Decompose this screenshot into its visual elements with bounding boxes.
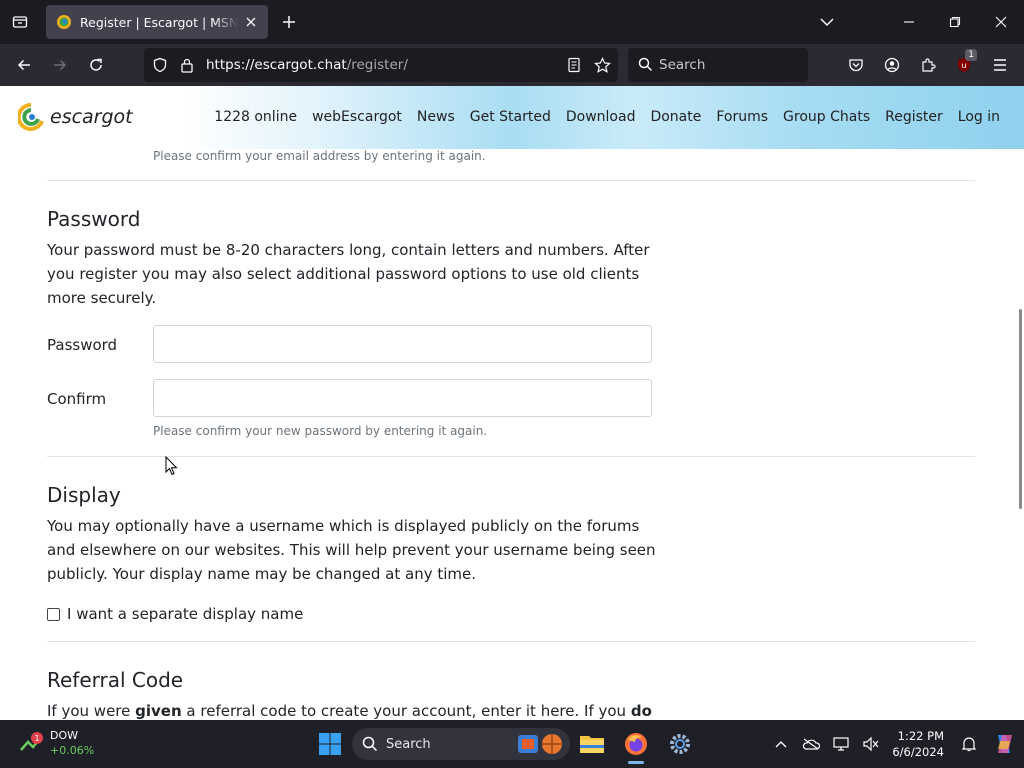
url-text: https://escargot.chat/register/	[206, 57, 408, 73]
search-highlight-icon	[518, 734, 562, 754]
divider	[47, 641, 975, 642]
forward-arrow-icon[interactable]	[47, 53, 73, 77]
tab-active[interactable]: Register | Escargot | MSN Messenger	[46, 5, 268, 39]
taskbar: 1 DOW +0.06% Search 1:22 PM 6/6/2024	[0, 720, 1024, 768]
logo-text: escargot	[50, 106, 133, 128]
nav-webescargot[interactable]: webEscargot	[312, 109, 402, 125]
nav-register[interactable]: Register	[885, 109, 943, 125]
referral-description: If you were given a referral code to cre…	[47, 702, 652, 720]
email-confirm-hint: Please confirm your email address by ent…	[153, 149, 486, 163]
display-description: You may optionally have a username which…	[47, 517, 656, 583]
stock-badge: 1	[34, 734, 39, 743]
confirm-label: Confirm	[47, 390, 107, 408]
search-icon	[638, 57, 653, 76]
display-section-title: Display	[47, 483, 121, 507]
referral-section-title: Referral Code	[47, 668, 184, 692]
nav-forums[interactable]: Forums	[716, 109, 768, 125]
nav-news[interactable]: News	[417, 109, 455, 125]
copilot-icon[interactable]	[984, 720, 1024, 768]
notification-bell-icon[interactable]	[954, 720, 984, 768]
lock-icon[interactable]	[178, 56, 196, 74]
divider	[47, 180, 975, 181]
clock-date: 6/6/2024	[892, 745, 944, 759]
volume-muted-icon[interactable]	[856, 720, 886, 768]
escargot-logo-icon	[18, 103, 44, 131]
active-app-indicator	[628, 761, 644, 764]
nav-donate[interactable]: Donate	[650, 109, 701, 125]
divider	[47, 456, 975, 457]
close-tab-icon[interactable]	[242, 13, 260, 31]
scrollbar-thumb[interactable]	[1019, 309, 1022, 509]
clock-time: 1:22 PM	[897, 729, 944, 743]
taskbar-search[interactable]: Search	[352, 728, 570, 760]
mouse-cursor-icon	[165, 456, 178, 476]
nav-download[interactable]: Download	[566, 109, 636, 125]
onedrive-icon[interactable]	[796, 720, 826, 768]
ublock-origin-icon[interactable]: u 1	[946, 44, 982, 86]
tab-overflow-chevron-down-icon[interactable]	[804, 0, 850, 44]
site-logo[interactable]: escargot	[18, 103, 133, 131]
stock-change: +0.06%	[50, 744, 95, 757]
restore-icon[interactable]	[932, 0, 978, 44]
register-form: Please confirm your email address by ent…	[0, 149, 1024, 720]
new-tab-icon[interactable]	[278, 11, 300, 33]
nav-group-chats[interactable]: Group Chats	[783, 109, 870, 125]
show-hidden-icons-chevron-up-icon[interactable]	[766, 720, 796, 768]
password-confirm-hint: Please confirm your new password by ente…	[153, 424, 488, 438]
windows-start-icon[interactable]	[312, 724, 348, 764]
search-placeholder: Search	[659, 57, 706, 73]
password-field[interactable]	[153, 325, 652, 363]
escargot-favicon-icon	[57, 15, 71, 29]
tab-list-icon[interactable]	[8, 10, 32, 34]
svg-text:u: u	[961, 61, 966, 70]
nav-log-in[interactable]: Log in	[958, 109, 1000, 125]
search-icon	[362, 736, 378, 752]
account-icon[interactable]	[874, 44, 910, 86]
nav-get-started[interactable]: Get Started	[470, 109, 551, 125]
password-label: Password	[47, 336, 118, 354]
site-header: escargot 1228 online webEscargot News Ge…	[0, 86, 1024, 149]
stock-name: DOW	[50, 729, 79, 742]
display-icon[interactable]	[826, 720, 856, 768]
address-bar[interactable]: https://escargot.chat/register/	[144, 48, 618, 82]
settings-gear-icon[interactable]	[658, 724, 702, 764]
site-nav: 1228 online webEscargot News Get Started…	[199, 109, 1000, 125]
extensions-puzzle-icon[interactable]	[910, 44, 946, 86]
reload-icon[interactable]	[83, 53, 109, 77]
file-explorer-icon[interactable]	[570, 724, 614, 764]
nav-online-count[interactable]: 1228 online	[214, 109, 297, 125]
pocket-icon[interactable]	[838, 44, 874, 86]
page-scrollbar[interactable]	[1016, 149, 1024, 720]
password-section-title: Password	[47, 207, 141, 231]
password-description: Your password must be 8-20 characters lo…	[47, 241, 650, 307]
menu-hamburger-icon[interactable]	[982, 44, 1018, 86]
search-bar[interactable]: Search	[628, 48, 808, 82]
nav-toolbar: https://escargot.chat/register/ Search u…	[0, 44, 1024, 86]
taskbar-search-label: Search	[386, 736, 431, 752]
back-arrow-icon[interactable]	[11, 53, 37, 77]
confirm-password-field[interactable]	[153, 379, 652, 417]
shield-icon[interactable]	[151, 56, 169, 74]
minimize-icon[interactable]	[886, 0, 932, 44]
display-name-checkbox[interactable]	[47, 607, 60, 621]
display-name-checkbox-row[interactable]: I want a separate display name	[47, 605, 303, 623]
tab-title: Register | Escargot | MSN Messenger	[80, 14, 238, 30]
reader-view-icon[interactable]	[565, 56, 583, 74]
stock-chart-icon: 1	[20, 732, 43, 751]
extension-badge: 1	[965, 49, 977, 61]
stock-widget[interactable]: 1 DOW +0.06%	[20, 728, 94, 758]
close-window-icon[interactable]	[978, 0, 1024, 44]
firefox-icon[interactable]	[614, 724, 658, 764]
system-clock[interactable]: 1:22 PM 6/6/2024	[892, 728, 944, 760]
display-name-checkbox-label: I want a separate display name	[67, 605, 304, 623]
bookmark-star-icon[interactable]	[593, 56, 611, 74]
tab-bar: Register | Escargot | MSN Messenger	[0, 0, 1024, 44]
